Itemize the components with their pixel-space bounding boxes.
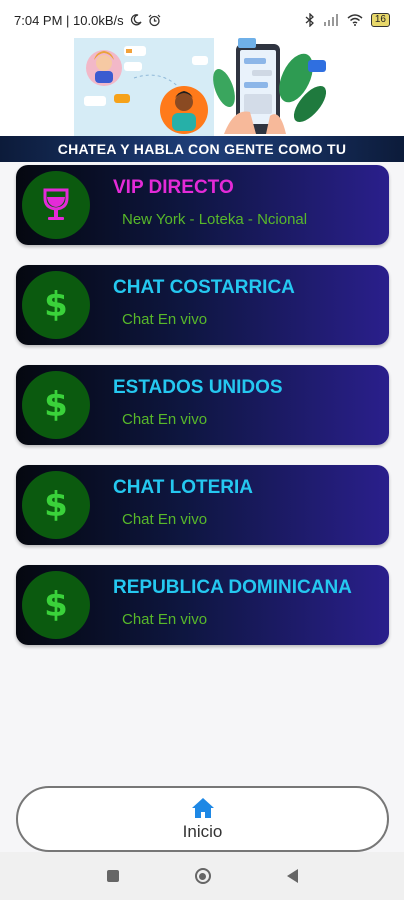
list-item-chat-costarrica[interactable]: $ CHAT COSTARRICA Chat En vivo (16, 265, 389, 345)
dollar-icon: $ (22, 271, 90, 339)
item-subtitle: Chat En vivo (122, 311, 208, 328)
wifi-icon (347, 14, 363, 26)
system-nav-bar (0, 852, 404, 900)
status-left: 7:04 PM | 10.0kB/s (14, 13, 161, 28)
alarm-icon (148, 14, 161, 26)
home-icon (191, 798, 214, 818)
list-item-chat-loteria[interactable]: $ CHAT LOTERIA Chat En vivo (16, 465, 389, 545)
signal-icon (323, 14, 338, 26)
home-system-button[interactable] (194, 868, 211, 884)
item-title: VIP DIRECTO (113, 177, 234, 198)
item-title: CHAT COSTARRICA (113, 277, 295, 298)
item-title: REPUBLICA DOMINICANA (113, 577, 352, 598)
back-button[interactable] (286, 869, 298, 883)
bottom-nav-home-button[interactable]: Inicio (16, 786, 389, 852)
wine-glass-icon (22, 171, 90, 239)
list-item-vip-directo[interactable]: VIP DIRECTO New York - Loteka - Ncional (16, 165, 389, 245)
header-banner: CHATEA Y HABLA CON GENTE COMO TU (0, 36, 404, 162)
list-item-republica-dominicana[interactable]: $ REPUBLICA DOMINICANA Chat En vivo (16, 565, 389, 645)
item-title: CHAT LOTERIA (113, 477, 254, 498)
dollar-icon: $ (22, 371, 90, 439)
status-right: 16 (305, 13, 390, 27)
moon-icon (130, 14, 142, 26)
item-subtitle: Chat En vivo (122, 611, 208, 628)
status-bar: 7:04 PM | 10.0kB/s 16 (0, 0, 404, 40)
bluetooth-icon (305, 13, 314, 27)
dollar-icon: $ (22, 471, 90, 539)
item-subtitle: New York - Loteka - Ncional (122, 211, 308, 228)
status-time: 7:04 PM | 10.0kB/s (14, 12, 124, 28)
list-item-estados-unidos[interactable]: $ ESTADOS UNIDOS Chat En vivo (16, 365, 389, 445)
recents-button[interactable] (106, 870, 119, 882)
banner-caption: CHATEA Y HABLA CON GENTE COMO TU (0, 136, 404, 162)
chat-illustration (74, 38, 332, 138)
chat-room-list: VIP DIRECTO New York - Loteka - Ncional … (16, 165, 389, 665)
item-subtitle: Chat En vivo (122, 411, 208, 428)
dollar-icon: $ (22, 571, 90, 639)
item-subtitle: Chat En vivo (122, 511, 208, 528)
nav-label-inicio: Inicio (182, 822, 223, 841)
item-title: ESTADOS UNIDOS (113, 377, 283, 398)
battery-icon: 16 (370, 13, 390, 27)
